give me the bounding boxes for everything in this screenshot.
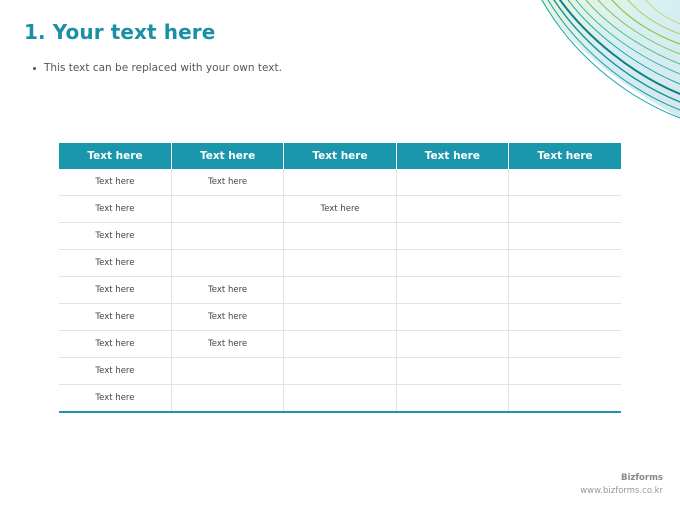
table-cell [171, 384, 285, 413]
table-row: Text here [59, 384, 621, 413]
table-cell: Text here [59, 357, 172, 385]
table-cell: Text here [59, 249, 172, 277]
table-cell [508, 195, 621, 223]
table-cell [283, 330, 397, 358]
data-table: Text here Text here Text here Text here … [59, 143, 621, 413]
table-cell [283, 249, 397, 277]
table-cell [508, 169, 621, 196]
table-row: Text here [59, 222, 621, 250]
bullet-dot-icon [33, 66, 36, 70]
table-cell [508, 330, 621, 358]
table-cell [508, 357, 621, 385]
footer-brand: Bizforms [621, 473, 663, 483]
table-cell [171, 195, 285, 223]
table-cell: Text here [59, 222, 172, 250]
table-row: Text here Text here [59, 276, 621, 304]
table-cell [508, 249, 621, 277]
table-cell: Text here [59, 195, 172, 223]
table-cell [171, 357, 285, 385]
table-cell: Text here [59, 276, 172, 304]
table-cell [396, 169, 510, 196]
table-header-cell: Text here [59, 143, 172, 169]
table-row: Text here Text here [59, 169, 621, 196]
slide-title: 1. Your text here [24, 20, 216, 44]
table-cell: Text here [171, 330, 285, 358]
table-cell [171, 249, 285, 277]
table-row: Text here [59, 249, 621, 277]
bullet-item: This text can be replaced with your own … [33, 62, 282, 74]
footer-url: www.bizforms.co.kr [580, 486, 663, 496]
table-cell: Text here [171, 169, 285, 196]
table-cell [283, 276, 397, 304]
table-cell [396, 330, 510, 358]
table-cell [396, 384, 510, 413]
table-header-cell: Text here [396, 143, 510, 169]
table-header-cell: Text here [171, 143, 285, 169]
table-cell [283, 169, 397, 196]
table-cell [396, 249, 510, 277]
table-cell [396, 195, 510, 223]
table-cell: Text here [171, 276, 285, 304]
table-header-cell: Text here [508, 143, 621, 169]
table-cell [283, 222, 397, 250]
bullet-text: This text can be replaced with your own … [44, 62, 282, 74]
table-cell [508, 222, 621, 250]
table-cell [508, 276, 621, 304]
table-row: Text here Text here [59, 195, 621, 223]
table-cell [508, 303, 621, 331]
table-cell [396, 276, 510, 304]
table-cell [508, 384, 621, 413]
table-cell: Text here [59, 169, 172, 196]
table-cell [283, 384, 397, 413]
table-header-cell: Text here [283, 143, 397, 169]
decorative-swoosh-icon [540, 0, 680, 119]
table-cell [171, 222, 285, 250]
table-cell [283, 303, 397, 331]
table-cell: Text here [59, 330, 172, 358]
table-row: Text here Text here [59, 303, 621, 331]
table-header-row: Text here Text here Text here Text here … [59, 143, 621, 169]
table-cell [283, 357, 397, 385]
table-row: Text here [59, 357, 621, 385]
table-cell: Text here [171, 303, 285, 331]
table-cell [396, 303, 510, 331]
table-cell [396, 222, 510, 250]
table-cell: Text here [59, 303, 172, 331]
table-cell: Text here [59, 384, 172, 413]
table-cell [396, 357, 510, 385]
table-cell: Text here [283, 195, 397, 223]
table-row: Text here Text here [59, 330, 621, 358]
